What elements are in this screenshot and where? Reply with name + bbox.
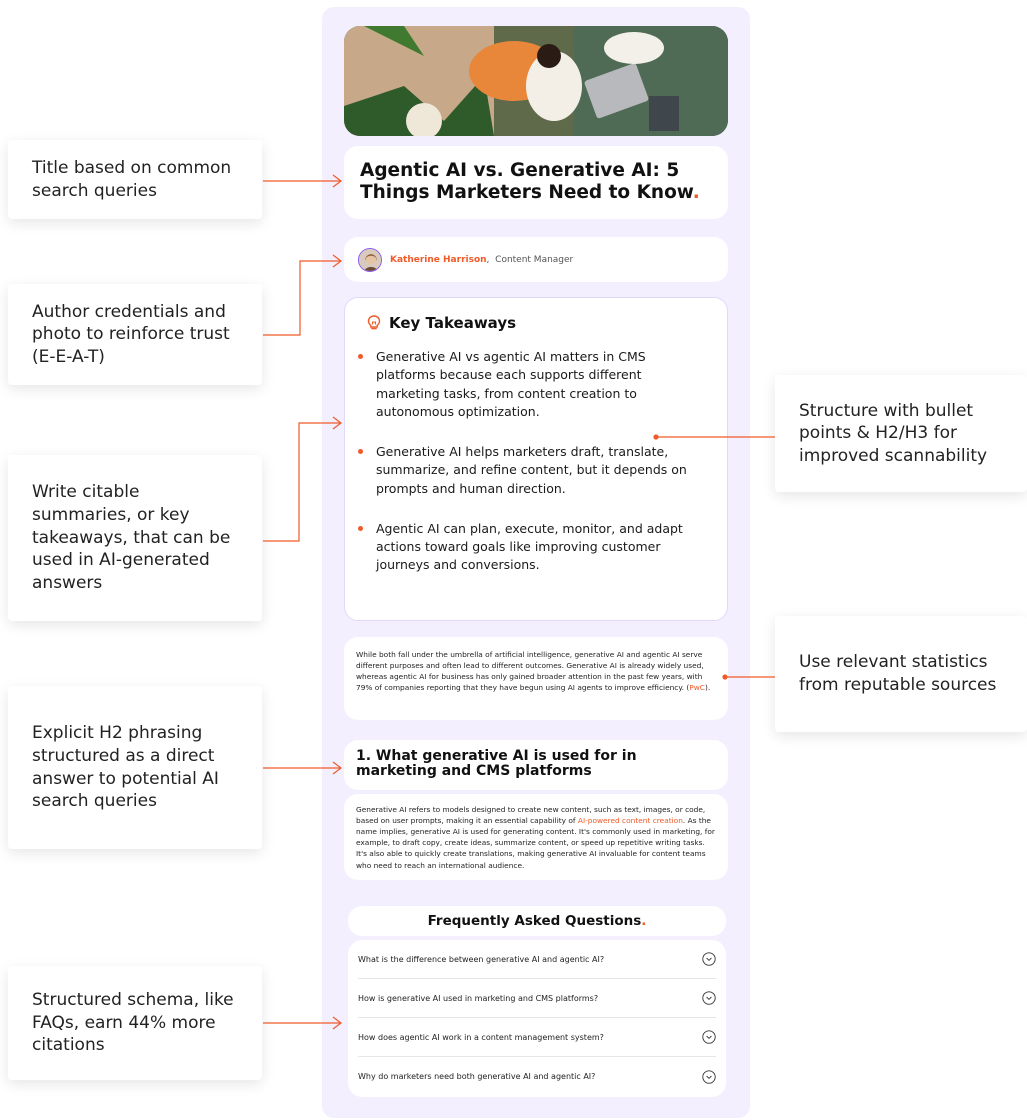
annotation-h2: Explicit H2 phrasing structured as a dir… bbox=[8, 686, 262, 849]
intro-text: While both fall under the umbrella of ar… bbox=[356, 650, 704, 693]
faq-question: What is the difference between generativ… bbox=[358, 954, 605, 964]
chevron-down-icon[interactable] bbox=[702, 991, 716, 1005]
annotation-schema: Structured schema, like FAQs, earn 44% m… bbox=[8, 966, 262, 1080]
hero-image bbox=[344, 26, 728, 136]
intro-text-end: ). bbox=[704, 683, 711, 693]
hero-photo-icon bbox=[344, 26, 728, 136]
source-link[interactable]: PwC bbox=[689, 683, 705, 692]
faq-item[interactable]: Why do marketers need both generative AI… bbox=[358, 1057, 716, 1096]
list-item: Agentic AI can plan, execute, monitor, a… bbox=[358, 520, 709, 575]
author-byline: Katherine Harrison, Content Manager bbox=[390, 255, 573, 265]
key-takeaways-card: Key Takeaways Generative AI vs agentic A… bbox=[344, 297, 728, 621]
chevron-down-icon[interactable] bbox=[702, 1069, 716, 1084]
content-creation-link[interactable]: AI-powered content creation bbox=[578, 816, 683, 825]
article-title: Agentic AI vs. Generative AI: 5 Things M… bbox=[360, 160, 712, 204]
annotation-summaries: Write citable summaries, or key takeaway… bbox=[8, 455, 262, 621]
faq-item[interactable]: How does agentic AI work in a content ma… bbox=[358, 1018, 716, 1057]
h2-heading: 1. What generative AI is used for in mar… bbox=[356, 748, 637, 779]
author-name[interactable]: Katherine Harrison bbox=[390, 255, 487, 265]
faq-item[interactable]: What is the difference between generativ… bbox=[358, 940, 716, 979]
faq-heading-card: Frequently Asked Questions. bbox=[348, 906, 726, 936]
article-title-text: Agentic AI vs. Generative AI: 5 Things M… bbox=[360, 160, 693, 204]
chevron-down-icon[interactable] bbox=[702, 952, 716, 966]
annotation-title: Title based on common search queries bbox=[8, 140, 262, 219]
article-title-card: Agentic AI vs. Generative AI: 5 Things M… bbox=[344, 146, 728, 219]
faq-item[interactable]: How is generative AI used in marketing a… bbox=[358, 979, 716, 1018]
key-takeaways-list: Generative AI vs agentic AI matters in C… bbox=[358, 348, 709, 575]
key-takeaways-heading: Key Takeaways bbox=[367, 314, 709, 332]
intro-paragraph-card: While both fall under the umbrella of ar… bbox=[344, 637, 728, 720]
annotation-author: Author credentials and photo to reinforc… bbox=[8, 284, 262, 385]
annotation-summaries-text: Write citable summaries, or key takeaway… bbox=[32, 482, 231, 593]
annotation-author-text: Author credentials and photo to reinforc… bbox=[32, 301, 230, 367]
avatar bbox=[358, 247, 382, 272]
annotation-structure: Structure with bullet points & H2/H3 for… bbox=[775, 375, 1027, 492]
faq-list: What is the difference between generativ… bbox=[348, 940, 726, 1097]
annotation-stats-text: Use relevant statistics from reputable s… bbox=[799, 652, 997, 695]
author-separator: , bbox=[486, 254, 490, 265]
h2-heading-card: 1. What generative AI is used for in mar… bbox=[344, 740, 728, 790]
chevron-down-icon[interactable] bbox=[702, 1030, 716, 1044]
lightbulb-icon bbox=[367, 315, 381, 330]
author-card: Katherine Harrison, Content Manager bbox=[344, 237, 728, 282]
annotation-h2-text: Explicit H2 phrasing structured as a dir… bbox=[32, 723, 219, 812]
faq-question: Why do marketers need both generative AI… bbox=[358, 1072, 596, 1081]
body-paragraph-card: Generative AI refers to models designed … bbox=[344, 794, 728, 880]
person-photo-icon bbox=[359, 248, 381, 271]
faq-accent-dot: . bbox=[641, 913, 647, 929]
faq-question: How does agentic AI work in a content ma… bbox=[358, 1032, 604, 1042]
list-item: Generative AI helps marketers draft, tra… bbox=[358, 443, 709, 498]
annotation-title-text: Title based on common search queries bbox=[32, 157, 232, 201]
annotation-stats: Use relevant statistics from reputable s… bbox=[775, 616, 1027, 732]
faq-heading: Frequently Asked Questions bbox=[427, 913, 642, 929]
annotation-structure-text: Structure with bullet points & H2/H3 for… bbox=[799, 400, 988, 466]
list-item: Generative AI vs agentic AI matters in C… bbox=[358, 348, 709, 421]
key-takeaways-title: Key Takeaways bbox=[389, 314, 517, 332]
annotation-schema-text: Structured schema, like FAQs, earn 44% m… bbox=[32, 990, 234, 1056]
author-role: Content Manager bbox=[495, 254, 574, 265]
title-accent-dot: . bbox=[692, 182, 700, 204]
faq-question: How is generative AI used in marketing a… bbox=[358, 993, 599, 1003]
